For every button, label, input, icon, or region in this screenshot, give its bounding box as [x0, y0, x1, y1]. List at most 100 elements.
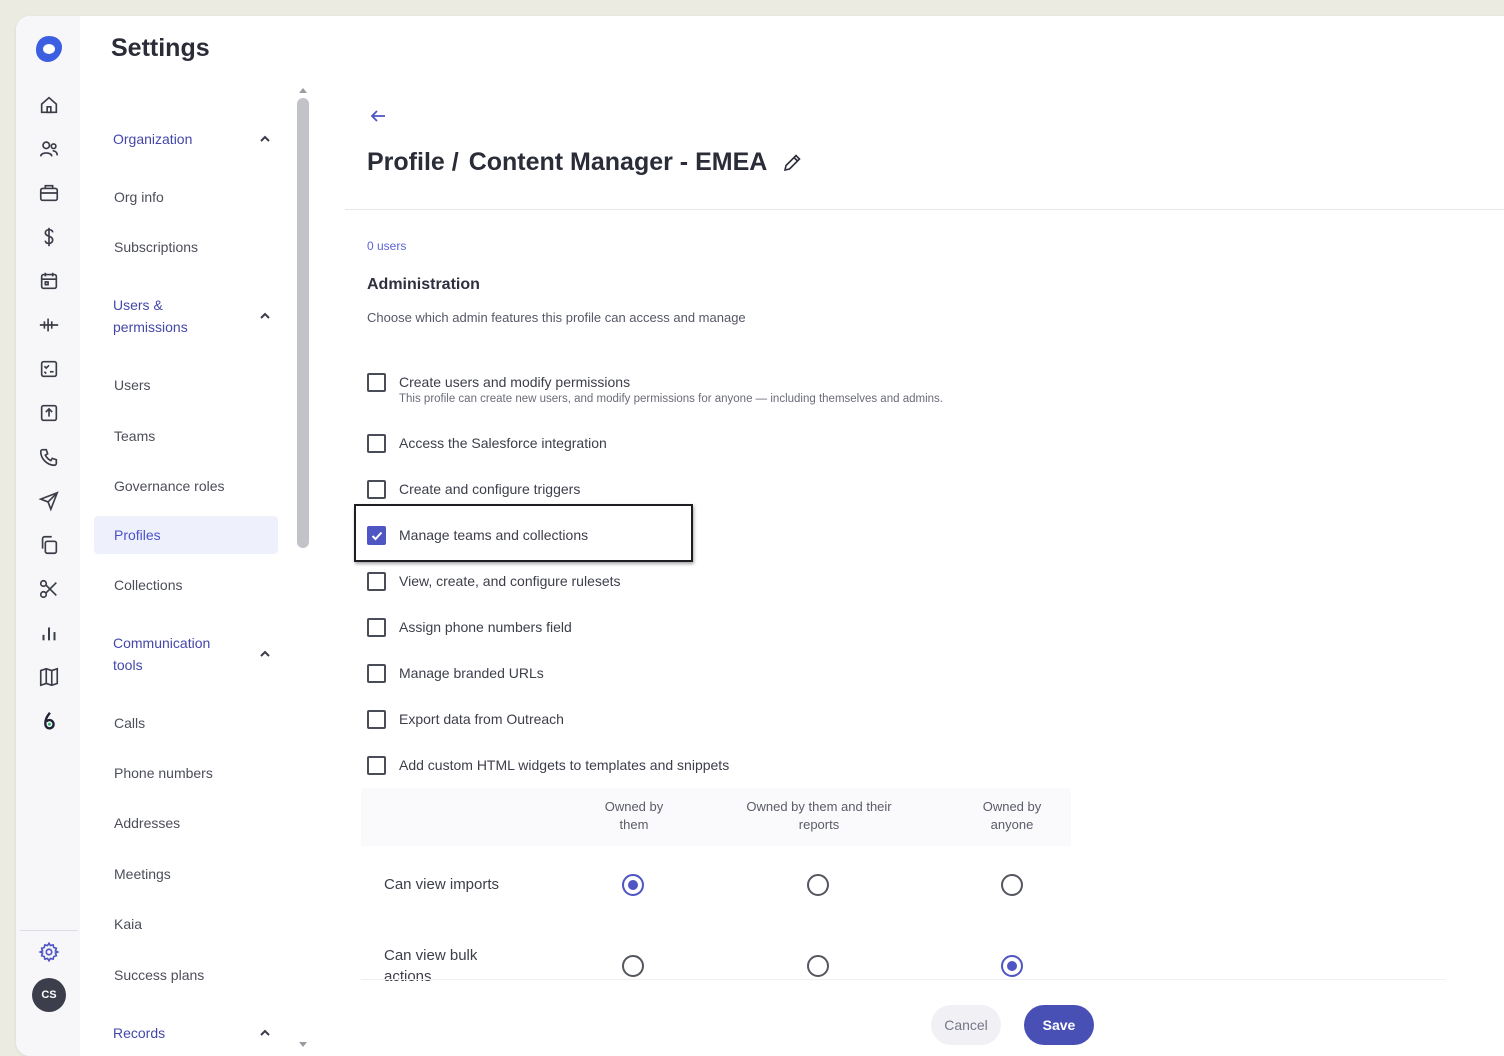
- radio-owned-by-anyone-selected[interactable]: [1001, 955, 1023, 977]
- scroll-down-arrow-icon[interactable]: [299, 1042, 307, 1047]
- nav-scrollbar-thumb[interactable]: [297, 98, 309, 548]
- permission-row[interactable]: View, create, and configure rulesets: [367, 572, 621, 591]
- radio-owned-by-anyone[interactable]: [1001, 874, 1023, 896]
- permission-row[interactable]: Add custom HTML widgets to templates and…: [367, 756, 729, 775]
- checkbox[interactable]: [367, 664, 386, 683]
- column-header-line2: anyone: [990, 817, 1034, 832]
- radio-owned-by-them-and-reports[interactable]: [807, 874, 829, 896]
- radio-owned-by-them-selected[interactable]: [622, 874, 644, 896]
- chevron-up-icon[interactable]: [258, 1026, 272, 1040]
- nav-item-teams[interactable]: Teams: [94, 417, 278, 455]
- nav-item-profiles[interactable]: Profiles: [94, 516, 278, 554]
- nav-group-users-permissions[interactable]: Users & permissions: [94, 294, 280, 338]
- nav-group-label: Records: [113, 1025, 166, 1041]
- users-count-link[interactable]: 0 users: [367, 239, 406, 253]
- map-icon[interactable]: [36, 664, 62, 690]
- checkbox[interactable]: [367, 618, 386, 637]
- permission-label: Export data from Outreach: [399, 711, 564, 727]
- checklist-icon[interactable]: [36, 356, 62, 382]
- upload-icon[interactable]: [36, 400, 62, 426]
- checkbox[interactable]: [367, 756, 386, 775]
- activity-icon[interactable]: [36, 312, 62, 338]
- table-row-label: Can view imports: [384, 876, 500, 893]
- copy-icon[interactable]: [36, 532, 62, 558]
- column-header-line1: Owned by: [604, 799, 664, 814]
- column-header-line1: Owned by: [982, 799, 1042, 814]
- nav-item-users[interactable]: Users: [94, 366, 278, 404]
- nav-item-meetings[interactable]: Meetings: [94, 855, 278, 893]
- permission-row[interactable]: Assign phone numbers field: [367, 618, 572, 637]
- chevron-up-icon[interactable]: [258, 309, 272, 323]
- pencil-icon[interactable]: [781, 152, 803, 174]
- nav-group-label-line2: permissions: [113, 319, 188, 335]
- nav-item-success-plans[interactable]: Success plans: [94, 956, 278, 994]
- permission-label: Access the Salesforce integration: [399, 435, 607, 451]
- column-header: Owned by anyone: [957, 798, 1067, 834]
- permission-label: Create users and modify permissions: [399, 374, 631, 390]
- scroll-up-arrow-icon[interactable]: [299, 88, 307, 93]
- cancel-button[interactable]: Cancel: [931, 1005, 1001, 1045]
- permission-label: Create and configure triggers: [399, 481, 581, 497]
- table-row-label-line2: actions: [384, 968, 432, 985]
- scissors-icon[interactable]: [36, 576, 62, 602]
- nav-group-records[interactable]: Records: [94, 1022, 280, 1044]
- column-header-line2: reports: [798, 817, 840, 832]
- permission-label: Assign phone numbers field: [399, 619, 572, 635]
- calendar-icon[interactable]: [36, 268, 62, 294]
- home-icon[interactable]: [36, 92, 62, 118]
- bar-chart-icon[interactable]: [36, 620, 62, 646]
- breadcrumb-current: Content Manager - EMEA: [468, 148, 768, 176]
- section-title: Administration: [367, 276, 480, 293]
- icon-rail: CS: [16, 16, 80, 1056]
- checkbox[interactable]: [367, 572, 386, 591]
- section-description: Choose which admin features this profile…: [367, 310, 746, 325]
- briefcase-icon[interactable]: [36, 180, 62, 206]
- nav-item-addresses[interactable]: Addresses: [94, 804, 278, 842]
- radio-owned-by-them-and-reports[interactable]: [807, 955, 829, 977]
- user-avatar[interactable]: CS: [32, 978, 66, 1012]
- permission-row[interactable]: Manage branded URLs: [367, 664, 544, 683]
- page-title: Settings: [111, 34, 210, 62]
- nav-group-label: Users & permissions: [113, 294, 188, 338]
- header-divider: [345, 209, 1504, 210]
- chevron-up-icon[interactable]: [258, 132, 272, 146]
- breadcrumb-parent[interactable]: Profile /: [367, 148, 459, 177]
- send-icon[interactable]: [36, 488, 62, 514]
- settings-nav: Organization Org info Subscriptions User…: [94, 86, 284, 1056]
- chevron-up-icon[interactable]: [258, 647, 272, 661]
- profile-editor: Profile / Content Manager - EMEA 0 users…: [341, 76, 1504, 1056]
- checkbox[interactable]: [367, 710, 386, 729]
- outreach-logo-icon[interactable]: [34, 34, 64, 64]
- radio-owned-by-them[interactable]: [622, 955, 644, 977]
- nav-item-subscriptions[interactable]: Subscriptions: [94, 228, 278, 266]
- app-window: CS Settings Organization Org info Subscr…: [16, 16, 1504, 1056]
- nav-item-kaia[interactable]: Kaia: [94, 905, 278, 943]
- permission-label: Add custom HTML widgets to templates and…: [399, 757, 730, 773]
- nav-group-label: Organization: [113, 131, 193, 147]
- kaia-icon[interactable]: [36, 708, 62, 734]
- table-row-label-line1: Can view bulk: [384, 947, 478, 964]
- gear-icon[interactable]: [36, 939, 62, 965]
- nav-item-org-info[interactable]: Org info: [94, 178, 278, 216]
- nav-group-organization[interactable]: Organization: [94, 128, 280, 150]
- nav-item-collections[interactable]: Collections: [94, 566, 278, 604]
- nav-item-governance-roles[interactable]: Governance roles: [94, 467, 278, 505]
- checkbox[interactable]: [367, 373, 386, 392]
- permission-row[interactable]: Create and configure triggers: [367, 480, 580, 499]
- back-arrow-icon[interactable]: [368, 106, 388, 126]
- nav-group-communication-tools[interactable]: Communication tools: [94, 632, 280, 676]
- nav-item-phone-numbers[interactable]: Phone numbers: [94, 754, 278, 792]
- nav-item-calls[interactable]: Calls: [94, 704, 278, 742]
- dollar-icon[interactable]: [36, 224, 62, 250]
- nav-group-label: Communication tools: [113, 632, 210, 676]
- permission-row[interactable]: Export data from Outreach: [367, 710, 564, 729]
- nav-group-label-line2: tools: [113, 657, 143, 673]
- users-icon[interactable]: [36, 136, 62, 162]
- phone-icon[interactable]: [36, 444, 62, 470]
- permission-row[interactable]: Access the Salesforce integration: [367, 434, 607, 453]
- checkbox[interactable]: [367, 434, 386, 453]
- checkbox[interactable]: [367, 480, 386, 499]
- breadcrumb: Profile / Content Manager - EMEA: [367, 148, 803, 177]
- permission-row[interactable]: Create users and modify permissions This…: [367, 373, 943, 406]
- save-button[interactable]: Save: [1024, 1005, 1094, 1045]
